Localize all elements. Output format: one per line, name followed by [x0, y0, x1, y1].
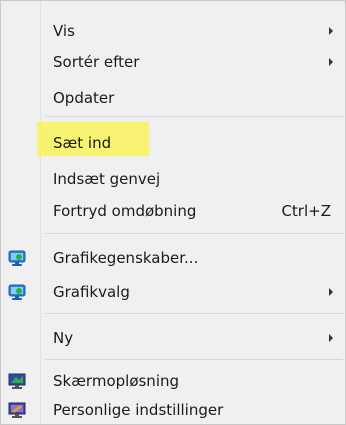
menu-item-label: Vis — [53, 22, 75, 40]
menu-item-personalize[interactable]: Personlige indstillinger — [1, 395, 345, 425]
submenu-arrow-icon — [329, 288, 333, 296]
shortcut-key: Ctrl+Z — [281, 202, 331, 220]
menu-item-undo-rename[interactable]: Fortryd omdøbning Ctrl+Z — [1, 196, 345, 226]
menu-item-label: Grafikvalg — [53, 283, 130, 301]
menu-item-refresh[interactable]: Opdater — [1, 83, 345, 113]
menu-item-paste[interactable]: Sæt ind — [1, 128, 345, 158]
menu-item-screen-resolution[interactable]: Skærmopløsning — [1, 366, 345, 396]
menu-item-label: Fortryd omdøbning — [53, 202, 197, 220]
menu-item-graphics-options[interactable]: Grafikvalg — [1, 277, 345, 307]
menu-separator — [45, 116, 343, 117]
menu-item-label: Indsæt genvej — [53, 170, 161, 188]
submenu-arrow-icon — [329, 58, 333, 66]
menu-item-label: Sortér efter — [53, 53, 140, 71]
menu-separator — [45, 359, 343, 360]
menu-separator — [45, 313, 343, 314]
menu-item-new[interactable]: Ny — [1, 323, 345, 353]
menu-item-label: Opdater — [53, 89, 115, 107]
menu-item-label: Sæt ind — [53, 134, 112, 152]
monitor-icon — [8, 373, 26, 389]
menu-item-graphics-properties[interactable]: Grafikegenskaber... — [1, 243, 345, 273]
menu-item-vis[interactable]: Vis — [1, 16, 345, 46]
context-menu: Vis Sortér efter Opdater Sæt ind Indsæt … — [0, 0, 346, 425]
graphics-options-icon — [8, 284, 26, 300]
menu-item-label: Ny — [53, 329, 74, 347]
menu-separator — [45, 233, 343, 234]
menu-item-label: Grafikegenskaber... — [53, 249, 199, 267]
graphics-properties-icon — [8, 250, 26, 266]
menu-item-paste-shortcut[interactable]: Indsæt genvej — [1, 164, 345, 194]
menu-item-label: Personlige indstillinger — [53, 401, 224, 419]
menu-item-sort-by[interactable]: Sortér efter — [1, 47, 345, 77]
submenu-arrow-icon — [329, 27, 333, 35]
submenu-arrow-icon — [329, 334, 333, 342]
personalize-monitor-icon — [8, 402, 26, 418]
menu-item-label: Skærmopløsning — [53, 372, 180, 390]
